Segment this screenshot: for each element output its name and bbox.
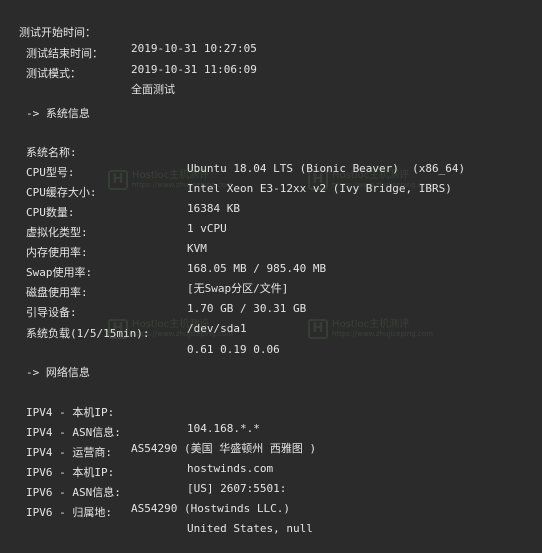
network-row: IPV4 - 本机IP: 104.168.*.* bbox=[0, 389, 260, 435]
header-value: 2019-10-31 11:06:09 bbox=[131, 63, 257, 76]
system-row: 磁盘使用率: 1.70 GB / 30.31 GB bbox=[0, 269, 306, 315]
system-row: 引导设备: /dev/sda1 bbox=[0, 289, 247, 335]
system-label: CPU型号: bbox=[26, 166, 75, 179]
system-label: 引导设备: bbox=[26, 306, 77, 319]
watermark-name: Hostloc主机测评 bbox=[332, 319, 410, 330]
network-value: [US] 2607:5501: bbox=[187, 482, 287, 495]
system-value: 168.05 MB / 985.40 MB bbox=[187, 262, 327, 275]
network-label: IPV6 - 本机IP: bbox=[26, 466, 115, 479]
network-value: 104.168.*.* bbox=[187, 422, 260, 435]
network-label: IPV6 - ASN信息: bbox=[26, 486, 121, 499]
header-row: 测试开始时间： 2019-10-31 10:27:05 bbox=[0, 9, 257, 55]
network-row: IPV6 - 本机IP: [US] 2607:5501: bbox=[0, 449, 286, 495]
system-value: Ubuntu 18.04 LTS (Bionic Beaver) (x86_64… bbox=[187, 162, 466, 175]
header-value: 2019-10-31 10:27:05 bbox=[131, 42, 257, 55]
system-row: 系统负载(1/5/15min): 0.61 0.19 0.06 bbox=[0, 310, 280, 356]
header-row: 测试模式： 全面测试 bbox=[0, 50, 175, 96]
watermark-url: https://www.zhujiceping.com bbox=[332, 330, 433, 338]
section-title: -> 系统信息 bbox=[26, 107, 90, 120]
system-value: /dev/sda1 bbox=[187, 322, 247, 335]
system-label: 系统负载(1/5/15min): bbox=[26, 327, 150, 340]
system-value: 1.70 GB / 30.31 GB bbox=[187, 302, 307, 315]
header-row: 测试结束时间： 2019-10-31 11:06:09 bbox=[0, 30, 257, 76]
watermark-logo-icon: H bbox=[108, 170, 128, 190]
network-row: IPV4 - ASN信息: AS54290 (美国 华盛顿州 西雅图 ) bbox=[0, 409, 316, 455]
system-row: 虚拟化类型: KVM bbox=[0, 209, 207, 255]
system-row: 内存使用率: 168.05 MB / 985.40 MB bbox=[0, 229, 326, 275]
network-label: IPV4 - 运营商: bbox=[26, 446, 112, 459]
network-row: IPV4 - 运营商: hostwinds.com bbox=[0, 429, 273, 475]
system-value: 0.61 0.19 0.06 bbox=[187, 343, 280, 356]
system-label: CPU数量: bbox=[26, 206, 75, 219]
system-value: KVM bbox=[187, 242, 207, 255]
header-label: 测试模式： bbox=[26, 67, 81, 80]
network-value: United States, null bbox=[187, 522, 313, 535]
system-row: Swap使用率: [无Swap分区/文件] bbox=[0, 249, 288, 295]
section-title-system: -> 系统信息 bbox=[0, 90, 90, 120]
network-label: IPV4 - ASN信息: bbox=[26, 426, 121, 439]
system-label: Swap使用率: bbox=[26, 266, 93, 279]
terminal-output: 测试开始时间： 2019-10-31 10:27:05 测试结束时间： 2019… bbox=[0, 0, 542, 535]
network-label: IPV4 - 本机IP: bbox=[26, 406, 115, 419]
system-row: CPU型号: Intel Xeon E3-12xx v2 (Ivy Bridge… bbox=[0, 149, 452, 195]
header-label: 测试开始时间： bbox=[19, 26, 96, 39]
system-label: 虚拟化类型: bbox=[26, 226, 88, 239]
section-title: -> 网络信息 bbox=[26, 366, 90, 379]
header-value: 全面测试 bbox=[131, 83, 175, 96]
system-value: 16384 KB bbox=[187, 202, 240, 215]
system-label: 系统名称: bbox=[26, 146, 77, 159]
section-title-network: -> 网络信息 bbox=[0, 349, 90, 379]
network-label: IPV6 - 归属地: bbox=[26, 506, 112, 519]
system-label: 内存使用率: bbox=[26, 246, 88, 259]
header-label: 测试结束时间： bbox=[26, 47, 103, 60]
system-value: Intel Xeon E3-12xx v2 (Ivy Bridge, IBRS) bbox=[187, 182, 452, 195]
network-row: IPV6 - ASN信息: AS54290 (Hostwinds LLC.) bbox=[0, 469, 290, 515]
system-row: CPU缓存大小: 16384 KB bbox=[0, 169, 240, 215]
system-label: CPU缓存大小: bbox=[26, 186, 97, 199]
system-label: 磁盘使用率: bbox=[26, 286, 88, 299]
watermark: H Hostloc主机测评 https://www.zhujiceping.co… bbox=[308, 318, 433, 340]
system-row: 系统名称: Ubuntu 18.04 LTS (Bionic Beaver) (… bbox=[0, 129, 465, 175]
system-value: 1 vCPU bbox=[187, 222, 227, 235]
network-value: AS54290 (美国 华盛顿州 西雅图 ) bbox=[131, 442, 317, 455]
system-row: CPU数量: 1 vCPU bbox=[0, 189, 227, 235]
system-value: [无Swap分区/文件] bbox=[187, 282, 289, 295]
network-row: IPV6 - 归属地: United States, null bbox=[0, 489, 313, 535]
watermark-logo-icon: H bbox=[308, 319, 328, 339]
network-value: hostwinds.com bbox=[187, 462, 274, 475]
